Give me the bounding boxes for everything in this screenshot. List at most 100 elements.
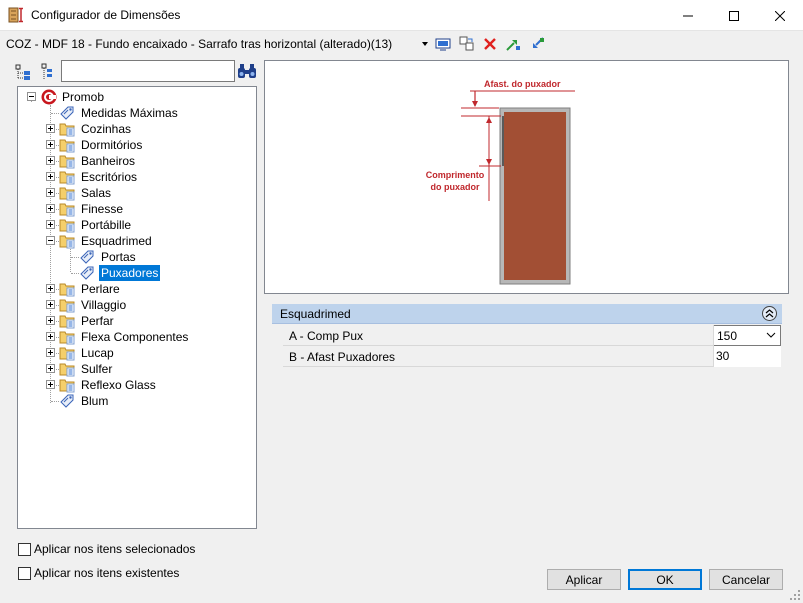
property-row-comp-pux[interactable]: A - Comp Pux 150 xyxy=(283,325,781,346)
tree-node[interactable]: Sulfer xyxy=(18,361,254,377)
tree-node[interactable]: Villaggio xyxy=(18,297,254,313)
expand-toggle[interactable] xyxy=(46,332,55,341)
tree-connector xyxy=(71,273,79,274)
property-group-header[interactable]: Esquadrimed xyxy=(272,304,782,324)
library-folder-icon xyxy=(59,121,75,137)
delete-button[interactable] xyxy=(481,35,499,53)
tree-node-label: Finesse xyxy=(81,202,124,216)
tree-node[interactable]: Lucap xyxy=(18,345,254,361)
tree-node[interactable]: Portábille xyxy=(18,217,254,233)
expand-toggle[interactable] xyxy=(46,284,55,293)
comp-pux-select[interactable]: 150 xyxy=(713,325,781,346)
monitor-icon xyxy=(435,38,451,51)
door-panel xyxy=(504,112,566,280)
tree-node[interactable]: Perlare xyxy=(18,281,254,297)
property-splitter[interactable] xyxy=(713,325,714,367)
property-value: 30 xyxy=(716,349,730,363)
tree-node-label: Medidas Máximas xyxy=(81,106,178,120)
tree-node-label: Cozinhas xyxy=(81,122,132,136)
expand-toggle[interactable] xyxy=(46,300,55,309)
tree-node[interactable]: Reflexo Glass xyxy=(18,377,254,393)
resize-grip-icon[interactable] xyxy=(789,589,801,601)
tree-node[interactable]: Finesse xyxy=(18,201,254,217)
collapse-group-button[interactable] xyxy=(762,306,777,321)
tree-node[interactable]: Puxadores xyxy=(18,265,254,281)
tree-node-label: Flexa Componentes xyxy=(81,330,189,344)
collapse-toggle[interactable] xyxy=(46,236,55,245)
tree-node[interactable]: Banheiros xyxy=(18,153,254,169)
tree-node-label: Perlare xyxy=(81,282,120,296)
property-row-afast-puxadores[interactable]: B - Afast Puxadores 30 xyxy=(283,346,781,367)
library-folder-icon xyxy=(59,233,75,249)
tree-search-input[interactable] xyxy=(61,60,235,82)
tree-node-label: Esquadrimed xyxy=(81,234,152,248)
library-folder-icon xyxy=(59,313,75,329)
tree-node-label: Puxadores xyxy=(99,265,161,281)
expand-toggle[interactable] xyxy=(46,380,55,389)
maximize-button[interactable] xyxy=(711,0,757,31)
expand-toggle[interactable] xyxy=(46,124,55,133)
library-folder-icon xyxy=(59,345,75,361)
tree-node[interactable]: Perfar xyxy=(18,313,254,329)
expand-tree-icon[interactable] xyxy=(14,63,32,81)
collapse-tree-icon[interactable] xyxy=(40,63,54,81)
tree-node[interactable]: Escritórios xyxy=(18,169,254,185)
afast-puxadores-field[interactable]: 30 xyxy=(713,346,781,367)
apply-selected-checkbox[interactable] xyxy=(18,543,31,556)
property-name: B - Afast Puxadores xyxy=(289,350,396,364)
expand-toggle[interactable] xyxy=(46,316,55,325)
comp-arrowhead-bottom xyxy=(486,159,492,165)
ok-button[interactable]: OK xyxy=(628,569,702,590)
expand-toggle[interactable] xyxy=(46,188,55,197)
tree-node-promob[interactable]: Promob xyxy=(18,89,254,105)
library-folder-icon xyxy=(59,169,75,185)
copy-item-button[interactable] xyxy=(458,35,476,53)
tree-node-label: Lucap xyxy=(81,346,114,360)
library-folder-icon xyxy=(59,297,75,313)
afast-label: Afast. do puxador xyxy=(484,79,561,89)
tree-node[interactable]: Esquadrimed xyxy=(18,233,254,249)
tree-node-label: Salas xyxy=(81,186,112,200)
tree-node[interactable]: Portas xyxy=(18,249,254,265)
maximize-icon xyxy=(729,10,739,21)
apply-to-screen-button[interactable] xyxy=(434,35,452,53)
property-name: A - Comp Pux xyxy=(289,329,364,343)
tree-node[interactable]: Salas xyxy=(18,185,254,201)
library-tree[interactable]: Promob Medidas Máximas Cozinhas Dormitório… xyxy=(17,86,257,529)
tree-node-label: Sulfer xyxy=(81,362,113,376)
library-folder-icon xyxy=(59,201,75,217)
binoculars-search-icon[interactable] xyxy=(237,62,257,80)
tree-node-label: Blum xyxy=(81,394,109,408)
tree-node[interactable]: Dormitórios xyxy=(18,137,254,153)
apply-button[interactable]: Aplicar xyxy=(547,569,621,590)
expand-toggle[interactable] xyxy=(46,156,55,165)
export-button[interactable] xyxy=(504,35,522,53)
expand-toggle[interactable] xyxy=(46,204,55,213)
apply-existing-checkbox[interactable] xyxy=(18,567,31,580)
cancel-button[interactable]: Cancelar xyxy=(709,569,783,590)
expand-toggle[interactable] xyxy=(46,364,55,373)
tree-node[interactable]: Medidas Máximas xyxy=(18,105,254,121)
expand-toggle[interactable] xyxy=(46,140,55,149)
expand-toggle[interactable] xyxy=(46,348,55,357)
close-button[interactable] xyxy=(757,0,803,31)
minimize-button[interactable] xyxy=(665,0,711,31)
library-folder-icon xyxy=(59,217,75,233)
tree-node[interactable]: Blum xyxy=(18,393,254,409)
import-button[interactable] xyxy=(528,35,546,53)
apply-existing-label: Aplicar nos itens existentes xyxy=(34,566,180,580)
tree-node[interactable]: Cozinhas xyxy=(18,121,254,137)
tag-icon xyxy=(79,249,95,265)
tree-node-label: Reflexo Glass xyxy=(81,378,156,392)
chevron-down-icon xyxy=(766,332,776,338)
handle-diagram: Afast. do puxador Comprimento do puxador xyxy=(426,79,575,285)
tree-node[interactable]: Flexa Componentes xyxy=(18,329,254,345)
collapse-toggle[interactable] xyxy=(27,92,36,101)
tree-node-label: Perfar xyxy=(81,314,114,328)
title-bar: Configurador de Dimensões xyxy=(0,0,803,31)
tree-connector xyxy=(51,113,59,114)
tree-node-label: Promob xyxy=(62,90,105,104)
expand-toggle[interactable] xyxy=(46,220,55,229)
expand-toggle[interactable] xyxy=(46,172,55,181)
item-dropdown-arrow[interactable] xyxy=(422,42,428,46)
